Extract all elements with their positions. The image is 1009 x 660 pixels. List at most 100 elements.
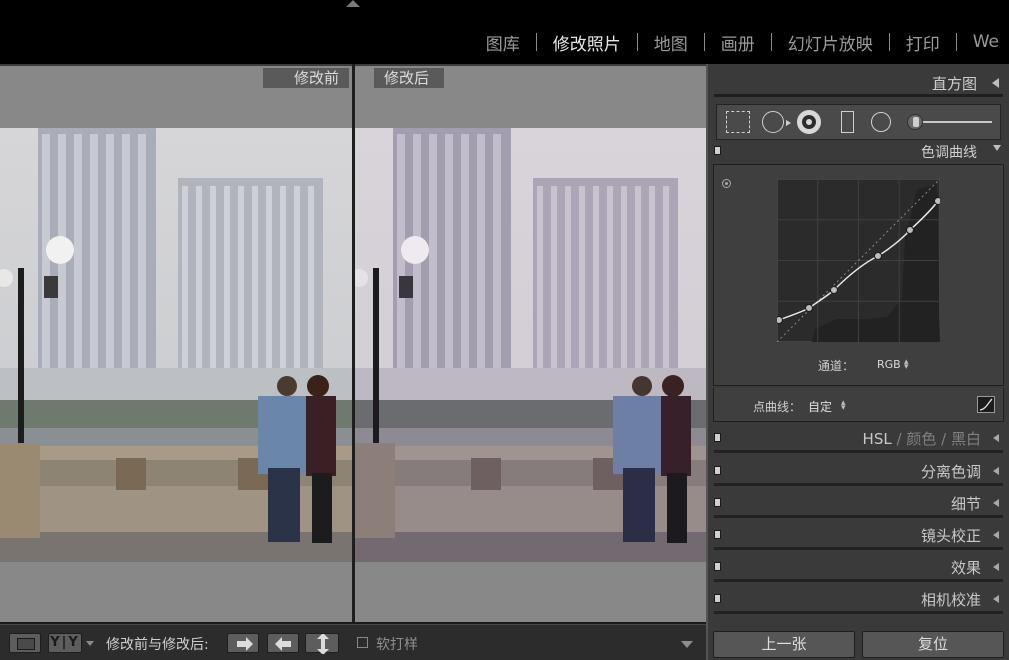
edit-point-curve-icon[interactable] [977, 396, 995, 413]
hsl-panel-title: HSL / 颜色 / 黑白 [863, 428, 981, 449]
panel-switch-icon[interactable] [714, 562, 721, 571]
tone-curve-panel: 通道： RGB ▴ ▾ [713, 164, 1004, 386]
split-toning-title: 分离色调 [920, 463, 981, 481]
graduated-filter-icon[interactable] [841, 111, 854, 133]
panel-switch-icon[interactable] [714, 433, 721, 442]
arrow-right-icon [237, 637, 253, 651]
expand-arrow-icon[interactable] [993, 531, 999, 539]
module-develop[interactable]: 修改照片 [537, 30, 637, 55]
divider [714, 547, 1003, 550]
compare-view: 修改前 修改后 [0, 64, 706, 622]
divider [714, 611, 1003, 614]
divider [714, 94, 1003, 97]
adjustment-brush-icon[interactable] [907, 114, 923, 130]
histogram-header[interactable]: 直方图 [708, 68, 1009, 96]
effects-panel-header[interactable]: 效果 [708, 552, 1009, 582]
point-curve-row: 点曲线： 自定 ▴ ▾ [713, 388, 1004, 422]
point-curve-stepper-icon[interactable]: ▴ ▾ [841, 399, 846, 413]
swap-before-after-button[interactable] [305, 633, 339, 654]
expand-arrow-icon[interactable] [993, 467, 999, 475]
lens-corrections-title: 镜头校正 [920, 527, 981, 545]
detail-title: 细节 [950, 495, 981, 513]
hsl-tab[interactable]: HSL [863, 430, 892, 448]
color-tab[interactable]: 颜色 [906, 430, 936, 448]
module-picker: 图库 修改照片 地图 画册 幻灯片放映 打印 We [470, 30, 1009, 55]
loupe-view-button[interactable] [9, 633, 41, 653]
panel-switch-icon[interactable] [714, 594, 721, 603]
tone-curve-graph[interactable] [777, 179, 940, 342]
spot-removal-icon[interactable] [762, 111, 784, 133]
crop-overlay-icon[interactable] [726, 111, 750, 133]
before-pane[interactable]: 修改前 [0, 64, 352, 622]
divider [714, 483, 1003, 486]
collapse-top-panel-icon[interactable] [346, 0, 360, 7]
targeted-adjustment-icon[interactable] [722, 179, 731, 188]
expand-arrow-icon[interactable] [993, 563, 999, 571]
module-print[interactable]: 打印 [890, 30, 956, 55]
lightroom-window: 图库 修改照片 地图 画册 幻灯片放映 打印 We 修改前 修改后 Y|Y 修改… [0, 0, 1009, 660]
tab-separator: / [941, 430, 947, 448]
point-curve-label: 点曲线： [753, 400, 802, 414]
copy-after-to-before-button[interactable] [267, 633, 299, 653]
panel-switch-icon[interactable] [714, 466, 721, 475]
histogram-title: 直方图 [931, 75, 977, 93]
view-mode-dropdown-icon[interactable] [86, 641, 94, 646]
before-after-label: 修改前与修改后: [106, 637, 209, 653]
module-map[interactable]: 地图 [638, 30, 704, 55]
lens-corrections-panel-header[interactable]: 镜头校正 [708, 520, 1009, 550]
module-library[interactable]: 图库 [470, 30, 536, 55]
expand-arrow-icon[interactable] [993, 434, 999, 442]
module-bar: 图库 修改照片 地图 画册 幻灯片放映 打印 We [0, 0, 1009, 64]
expand-arrow-icon[interactable] [993, 595, 999, 603]
radial-filter-icon[interactable] [871, 112, 891, 132]
panel-switch-icon[interactable] [714, 146, 721, 155]
arrow-left-icon [275, 637, 291, 651]
channel-label: 通道： [818, 359, 855, 373]
red-eye-icon[interactable] [797, 110, 821, 134]
camera-calibration-title: 相机校准 [920, 591, 981, 609]
module-book[interactable]: 画册 [705, 30, 771, 55]
point-curve-select[interactable]: 自定 [808, 398, 832, 415]
reset-button[interactable]: 复位 [862, 631, 1004, 658]
panel-switch-icon[interactable] [714, 498, 721, 507]
module-web[interactable]: We [957, 32, 1009, 52]
tone-curve-header[interactable]: 色调曲线 [708, 142, 1009, 161]
develop-right-panel: 直方图 色调曲线 通道： RGB ▴ ▾ 点曲线： 自定 ▴ ▾ HSL / 颜… [706, 64, 1009, 660]
effects-title: 效果 [950, 559, 981, 577]
before-photo[interactable] [0, 128, 352, 562]
detail-panel-header[interactable]: 细节 [708, 488, 1009, 518]
after-photo[interactable] [355, 128, 706, 562]
channel-stepper-icon[interactable]: ▴ ▾ [904, 358, 909, 372]
photo-image [355, 128, 706, 562]
hsl-panel-header[interactable]: HSL / 颜色 / 黑白 [708, 423, 1009, 453]
camera-calibration-panel-header[interactable]: 相机校准 [708, 584, 1009, 614]
bw-tab[interactable]: 黑白 [951, 430, 981, 448]
module-slideshow[interactable]: 幻灯片放映 [772, 30, 889, 55]
copy-before-to-after-button[interactable] [227, 633, 259, 653]
spot-removal-arrow-icon [786, 120, 791, 126]
curve-edit-glyph [979, 398, 993, 411]
photo-image [0, 128, 352, 562]
previous-button[interactable]: 上一张 [713, 631, 855, 658]
split-toning-panel-header[interactable]: 分离色调 [708, 456, 1009, 486]
collapse-arrow-icon[interactable] [992, 78, 999, 88]
after-label: 修改后 [374, 68, 444, 88]
soft-proofing-checkbox[interactable] [357, 637, 368, 648]
before-label: 修改前 [263, 68, 349, 88]
bottom-button-row: 上一张 复位 [708, 626, 1009, 660]
divider [714, 579, 1003, 582]
swap-icon [317, 634, 329, 654]
channel-select[interactable]: RGB [877, 358, 901, 371]
expand-arrow-icon[interactable] [993, 499, 999, 507]
tab-separator: / [896, 430, 902, 448]
before-after-view-button[interactable]: Y|Y [48, 633, 82, 653]
toolbar-content-menu-icon[interactable] [681, 641, 693, 648]
after-pane[interactable]: 修改后 [355, 64, 706, 622]
tool-strip [716, 104, 1001, 140]
expand-arrow-icon[interactable] [993, 145, 1001, 151]
tone-curve-title: 色调曲线 [921, 145, 977, 161]
soft-proofing-label: 软打样 [376, 637, 418, 653]
panel-switch-icon[interactable] [714, 530, 721, 539]
divider [714, 450, 1003, 453]
divider [714, 515, 1003, 518]
